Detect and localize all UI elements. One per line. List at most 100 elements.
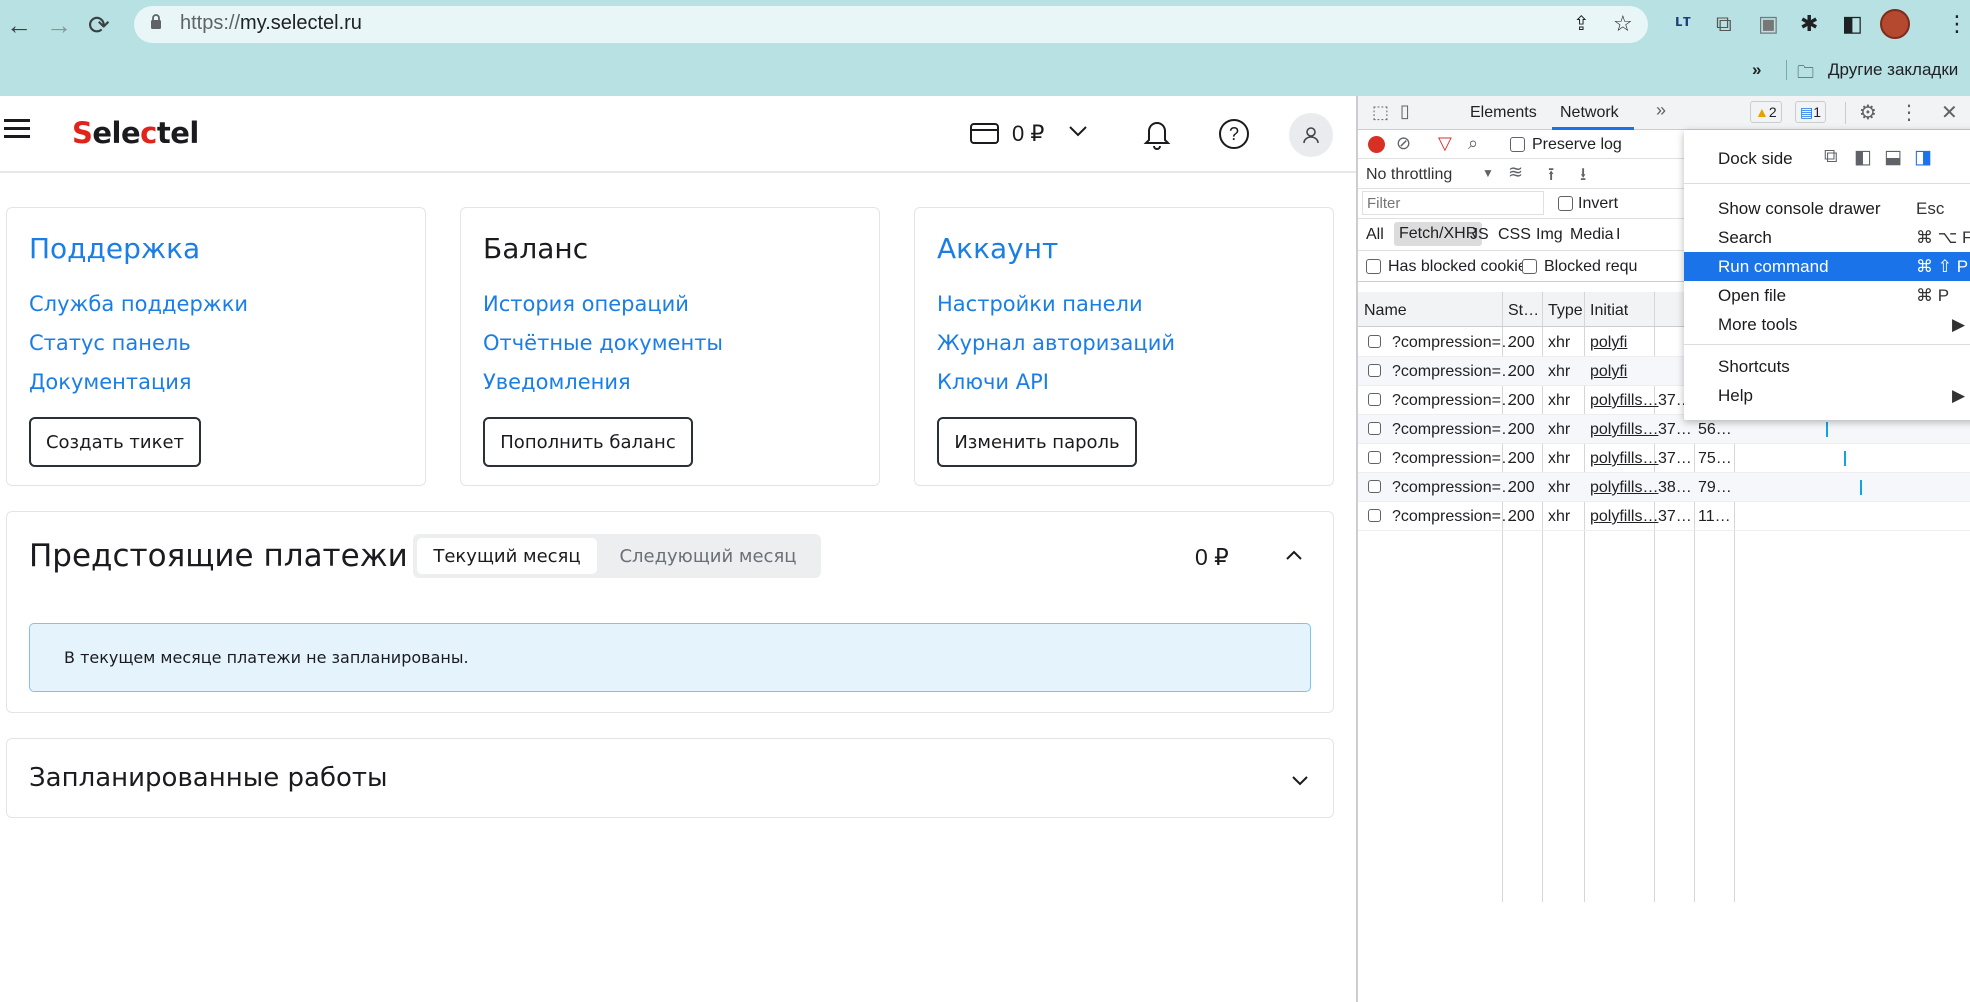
inspect-element-icon[interactable]: ⬚: [1372, 102, 1389, 123]
row-checkbox[interactable]: [1368, 480, 1381, 493]
preserve-log-checkbox[interactable]: [1510, 137, 1525, 152]
menu-item-help[interactable]: Help ▶: [1684, 381, 1970, 410]
bookmark-star-icon[interactable]: ☆: [1613, 11, 1633, 37]
table-row[interactable]: ?compression=… 200 xhr polyfills… 37… 75…: [1358, 444, 1970, 473]
throttling-select[interactable]: No throttling: [1366, 166, 1452, 184]
cell-initiator[interactable]: polyfills…: [1590, 479, 1658, 497]
tab-current-month[interactable]: Текущий месяц: [417, 538, 597, 574]
column-name[interactable]: Name: [1364, 302, 1407, 320]
reload-icon[interactable]: ⟳: [88, 10, 110, 40]
card-title[interactable]: Аккаунт: [937, 232, 1058, 265]
chevron-up-icon[interactable]: [1285, 548, 1303, 566]
bookmarks-overflow[interactable]: »: [1752, 60, 1761, 80]
dropdown-arrow-icon[interactable]: ▼: [1482, 166, 1494, 180]
filter-input[interactable]: [1362, 191, 1544, 215]
clear-icon[interactable]: ⊘: [1396, 133, 1411, 154]
cell-initiator[interactable]: polyfi: [1590, 334, 1627, 352]
menu-item-run-command[interactable]: Run command ⌘ ⇧ P: [1684, 252, 1970, 281]
link-api-keys[interactable]: Ключи API: [937, 370, 1049, 394]
menu-item-open-file[interactable]: Open file ⌘ P: [1684, 281, 1970, 310]
profile-avatar[interactable]: [1880, 9, 1910, 39]
type-filter-all[interactable]: All: [1366, 226, 1384, 244]
kebab-menu-icon[interactable]: ⋮: [1899, 100, 1919, 125]
dock-bottom-icon[interactable]: ⬓: [1884, 146, 1902, 169]
invert-checkbox[interactable]: [1558, 196, 1573, 211]
export-har-icon[interactable]: ⭳: [1580, 162, 1586, 192]
type-filter-media[interactable]: Media: [1570, 226, 1614, 244]
url-text[interactable]: https://my.selectel.ru: [180, 12, 362, 35]
user-avatar[interactable]: [1289, 113, 1333, 157]
import-har-icon[interactable]: ⭱: [1548, 162, 1554, 192]
more-tabs[interactable]: »: [1656, 100, 1666, 121]
row-checkbox[interactable]: [1368, 451, 1381, 464]
close-icon[interactable]: ✕: [1941, 100, 1958, 125]
dock-right-icon[interactable]: ◨: [1914, 146, 1932, 169]
hamburger-menu-icon[interactable]: [4, 118, 32, 145]
link-notifications[interactable]: Уведомления: [483, 370, 631, 394]
puzzle-icon[interactable]: ✱: [1800, 11, 1818, 37]
row-checkbox[interactable]: [1368, 422, 1381, 435]
extension-cube-icon[interactable]: ▣: [1758, 11, 1779, 37]
selectel-logo[interactable]: Selectel: [72, 116, 199, 150]
top-up-balance-button[interactable]: Пополнить баланс: [483, 417, 693, 467]
type-filter-fetch-xhr[interactable]: Fetch/XHR: [1394, 222, 1483, 246]
undock-icon[interactable]: ⧉: [1824, 146, 1838, 168]
link-panel-settings[interactable]: Настройки панели: [937, 292, 1143, 316]
row-checkbox[interactable]: [1368, 509, 1381, 522]
link-support-service[interactable]: Служба поддержки: [29, 292, 248, 316]
record-icon[interactable]: [1368, 136, 1385, 153]
link-operations-history[interactable]: История операций: [483, 292, 689, 316]
cell-initiator[interactable]: polyfills…: [1590, 450, 1658, 468]
extension-icon[interactable]: ⧉: [1716, 11, 1732, 37]
row-checkbox[interactable]: [1368, 364, 1381, 377]
row-checkbox[interactable]: [1368, 393, 1381, 406]
back-arrow-icon[interactable]: ←: [6, 10, 32, 40]
menu-item-more-tools[interactable]: More tools ▶: [1684, 310, 1970, 339]
table-row[interactable]: ?compression=… 200 xhr polyfills… 37… 11…: [1358, 502, 1970, 531]
tab-elements[interactable]: Elements: [1470, 104, 1537, 122]
help-icon[interactable]: ?: [1218, 118, 1250, 155]
dock-left-icon[interactable]: ◧: [1854, 146, 1872, 169]
settings-gear-icon[interactable]: ⚙: [1859, 100, 1877, 125]
warnings-badge[interactable]: ▲2: [1750, 101, 1782, 123]
search-icon[interactable]: ⌕: [1468, 133, 1478, 154]
link-reporting-documents[interactable]: Отчётные документы: [483, 331, 723, 355]
kebab-menu-icon[interactable]: ⋮: [1946, 11, 1968, 37]
messages-badge[interactable]: ▤1: [1795, 101, 1827, 123]
side-panel-icon[interactable]: ◧: [1842, 11, 1863, 37]
menu-item-show-console-drawer[interactable]: Show console drawer Esc: [1684, 194, 1970, 223]
menu-item-search[interactable]: Search ⌘ ⌥ F: [1684, 223, 1970, 252]
device-toolbar-icon[interactable]: ▯: [1400, 101, 1410, 122]
type-filter-js[interactable]: JS: [1470, 226, 1489, 244]
link-auth-log[interactable]: Журнал авторизаций: [937, 331, 1175, 355]
translate-extension-icon[interactable]: ʟᴛ: [1675, 11, 1691, 31]
scheduled-works-panel[interactable]: Запланированные работы: [6, 738, 1334, 818]
change-password-button[interactable]: Изменить пароль: [937, 417, 1137, 467]
column-status[interactable]: St…: [1508, 302, 1539, 320]
card-title[interactable]: Поддержка: [29, 232, 200, 265]
header-balance[interactable]: 0 ₽: [1012, 121, 1044, 147]
row-checkbox[interactable]: [1368, 335, 1381, 348]
wallet-icon[interactable]: [970, 121, 1000, 150]
chevron-down-icon[interactable]: [1291, 773, 1309, 791]
cell-initiator[interactable]: polyfills…: [1590, 421, 1658, 439]
type-filter-img[interactable]: Img: [1536, 226, 1563, 244]
network-conditions-icon[interactable]: ≋: [1508, 162, 1523, 183]
bookmarks-other-folder[interactable]: Другие закладки: [1828, 60, 1958, 80]
column-initiator[interactable]: Initiat: [1590, 302, 1628, 320]
chevron-down-icon[interactable]: [1068, 124, 1088, 143]
menu-item-shortcuts[interactable]: Shortcuts: [1684, 352, 1970, 381]
filter-icon[interactable]: ▽: [1438, 133, 1452, 154]
bell-icon[interactable]: [1143, 118, 1171, 155]
link-status-panel[interactable]: Статус панель: [29, 331, 191, 355]
column-type[interactable]: Type: [1548, 302, 1583, 320]
type-filter-css[interactable]: CSS: [1498, 226, 1531, 244]
share-icon[interactable]: ⇪: [1573, 11, 1590, 36]
link-documentation[interactable]: Документация: [29, 370, 192, 394]
type-filter-truncated[interactable]: I: [1616, 226, 1620, 244]
forward-arrow-icon[interactable]: →: [46, 10, 72, 40]
tab-next-month[interactable]: Следующий месяц: [599, 538, 817, 574]
cell-initiator[interactable]: polyfi: [1590, 363, 1627, 381]
cell-initiator[interactable]: polyfills…: [1590, 392, 1658, 410]
lock-icon[interactable]: [150, 14, 161, 29]
